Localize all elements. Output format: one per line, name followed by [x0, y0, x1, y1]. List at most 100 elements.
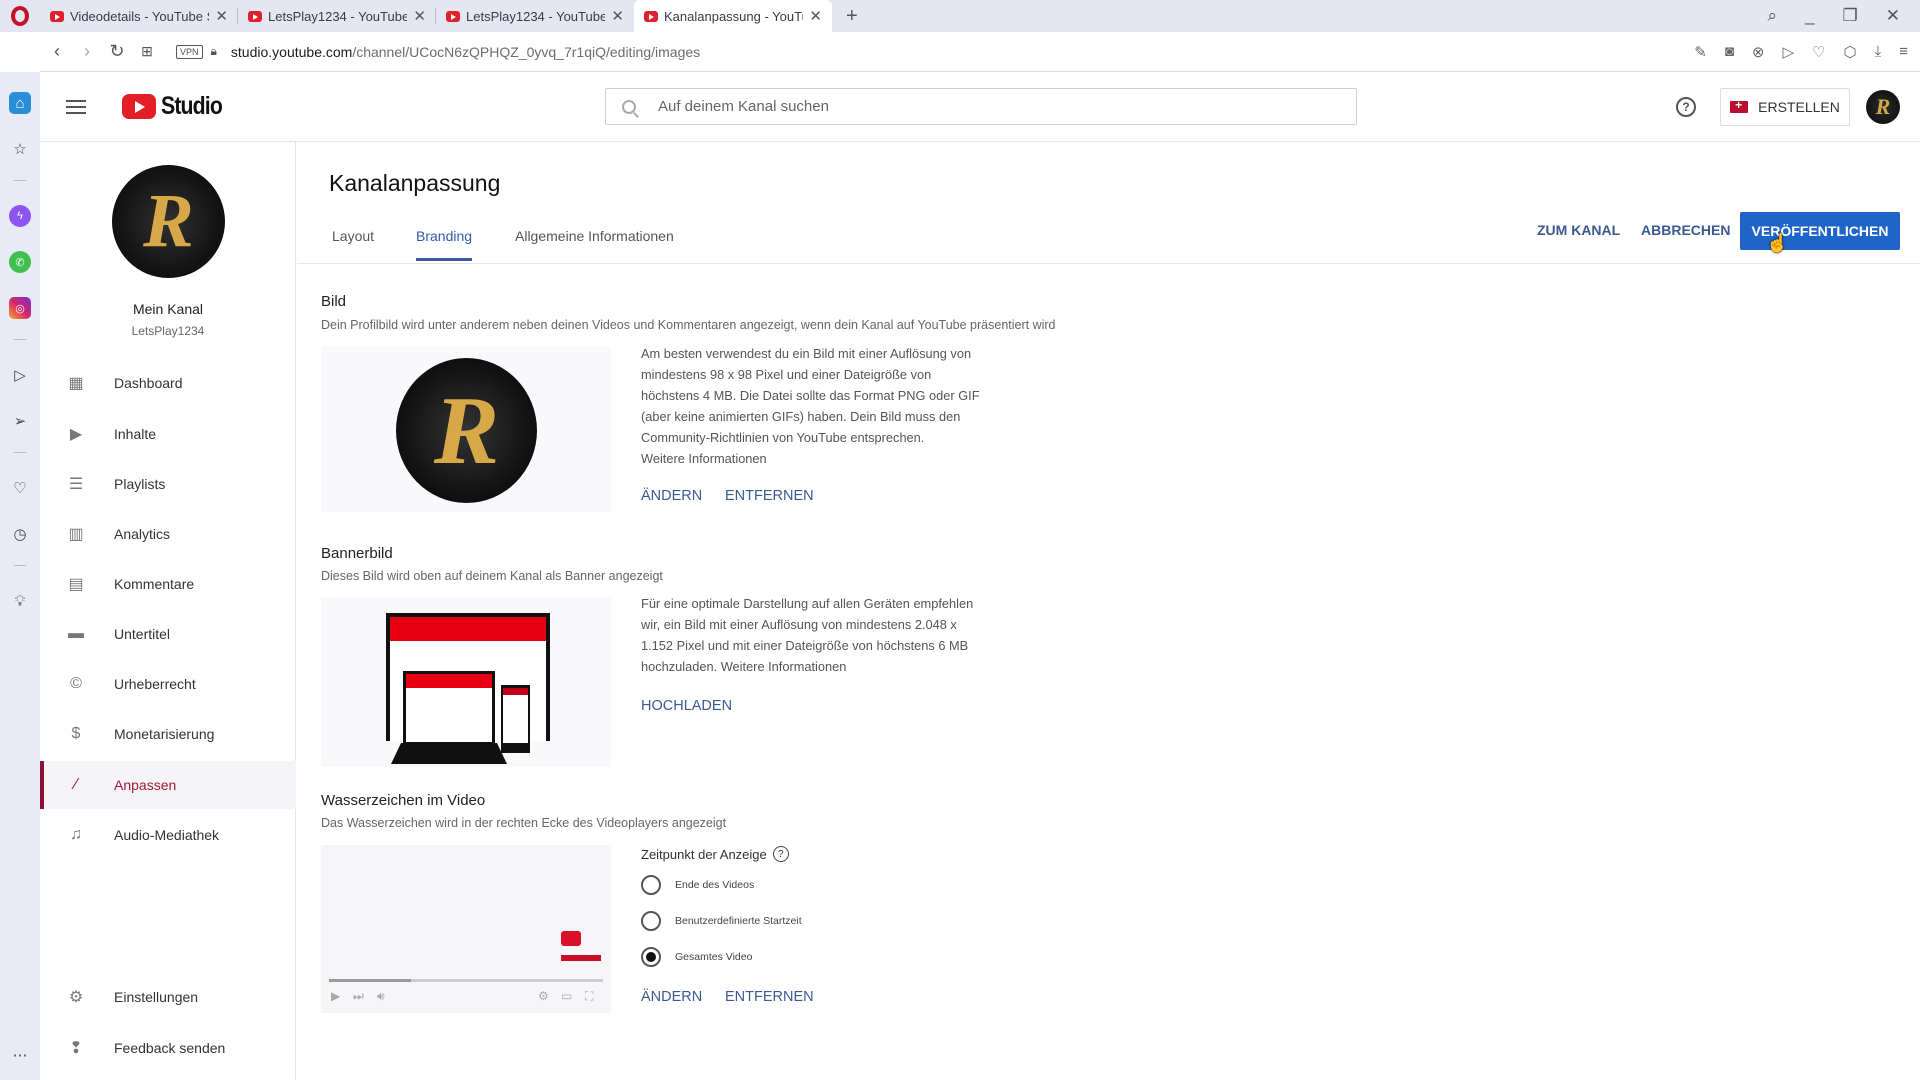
browser-tab[interactable]: LetsPlay1234 - YouTube ✕: [436, 0, 634, 32]
youtube-favicon-icon: [248, 10, 262, 22]
channel-avatar[interactable]: R: [112, 165, 225, 278]
sidebar-item-feedback[interactable]: ❢ Feedback senden: [40, 1024, 296, 1072]
tab-layout[interactable]: Layout: [332, 228, 374, 258]
search-icon: [622, 99, 636, 114]
subtitles-icon: ▬: [68, 625, 84, 642]
close-window-icon[interactable]: ✕: [1886, 6, 1900, 26]
radio-button[interactable]: [641, 911, 661, 931]
heart-icon[interactable]: ♡: [1812, 43, 1825, 61]
change-picture-button[interactable]: ÄNDERN: [641, 488, 702, 504]
radio-custom-start[interactable]: Benutzerdefinierte Startzeit: [641, 911, 802, 931]
forward-icon[interactable]: ›: [72, 41, 102, 62]
back-icon[interactable]: ‹: [42, 41, 72, 62]
radio-end-of-video[interactable]: Ende des Videos: [641, 875, 754, 895]
home-icon[interactable]: ⌂: [9, 92, 31, 114]
radio-entire-video[interactable]: Gesamtes Video: [641, 947, 752, 967]
messenger-icon[interactable]: ϟ: [9, 205, 31, 227]
picture-more-info-link[interactable]: Weitere Informationen: [641, 451, 767, 466]
next-icon: ⏭: [353, 989, 364, 1003]
extensions-cube-icon[interactable]: ⬡: [1843, 43, 1856, 61]
vpn-badge[interactable]: VPN: [176, 44, 203, 59]
sidebar-item-urheberrecht[interactable]: © Urheberrecht: [40, 660, 296, 708]
lightbulb-icon[interactable]: 💡︎: [9, 590, 31, 612]
section-title-watermark: Wasserzeichen im Video: [321, 792, 486, 809]
studio-logo[interactable]: Studio: [122, 92, 233, 121]
remove-watermark-button[interactable]: ENTFERNEN: [725, 989, 814, 1005]
browser-tab[interactable]: LetsPlay1234 - YouTube ✕: [238, 0, 436, 32]
new-tab-button[interactable]: +: [846, 5, 858, 28]
tabs-grid-icon[interactable]: ⊞: [132, 43, 162, 60]
whatsapp-icon[interactable]: ✆: [9, 251, 31, 273]
section-desc-picture: Dein Profilbild wird unter anderem neben…: [321, 318, 1056, 332]
opera-logo-icon[interactable]: [0, 0, 40, 32]
sidebar-item-inhalte[interactable]: ▶ Inhalte: [40, 410, 296, 458]
sidebar-item-audio-mediathek[interactable]: ♫ Audio-Mediathek: [40, 811, 296, 859]
close-tab-icon[interactable]: ✕: [413, 7, 426, 25]
close-tab-icon[interactable]: ✕: [809, 7, 822, 25]
audio-library-icon: ♫: [70, 826, 82, 843]
youtube-favicon-icon: [446, 10, 460, 22]
youtube-logo-icon: [122, 94, 156, 119]
dollar-icon: $: [71, 725, 81, 742]
lock-icon[interactable]: 🔒︎: [211, 44, 217, 59]
cancel-button[interactable]: ABBRECHEN: [1641, 222, 1730, 238]
edit-icon[interactable]: ✎: [1694, 43, 1707, 61]
upload-banner-button[interactable]: HOCHLADEN: [641, 698, 732, 714]
send-icon[interactable]: ▷: [1782, 43, 1794, 61]
remove-picture-button[interactable]: ENTFERNEN: [725, 488, 814, 504]
watermark-icon: [561, 931, 581, 946]
tab-branding[interactable]: Branding: [416, 228, 473, 261]
banner-preview: [321, 597, 611, 767]
change-watermark-button[interactable]: ÄNDERN: [641, 989, 702, 1005]
sidebar-item-anpassen[interactable]: ⁄ Anpassen: [40, 761, 296, 809]
create-button[interactable]: ERSTELLEN: [1720, 88, 1850, 126]
heart-icon[interactable]: ♡: [9, 477, 31, 499]
instagram-icon[interactable]: ◎: [9, 297, 31, 319]
magic-wand-icon: ⁄: [74, 776, 78, 793]
publish-button[interactable]: VERÖFFENTLICHEN: [1740, 212, 1900, 250]
minimize-icon[interactable]: _: [1805, 6, 1814, 26]
sidebar-item-playlists[interactable]: ☰ Playlists: [40, 460, 296, 508]
camera-icon[interactable]: ◙: [1725, 43, 1734, 61]
restore-icon[interactable]: ❐: [1843, 6, 1858, 26]
star-icon[interactable]: ☆: [9, 138, 31, 160]
sidebar-item-analytics[interactable]: ▥ Analytics: [40, 510, 296, 558]
download-icon[interactable]: ⤓: [1875, 43, 1882, 61]
browser-tab[interactable]: Videodetails - YouTube St…✕: [40, 0, 238, 32]
easy-setup-icon[interactable]: ≡: [1899, 43, 1908, 61]
progress-fill: [329, 979, 412, 982]
tab-search-icon[interactable]: ⌕: [1768, 6, 1778, 26]
fullscreen-icon: ⛶: [585, 989, 594, 1003]
url-field[interactable]: studio.youtube.com/channel/UCocN6zQPHQZ_…: [231, 44, 700, 60]
search-input[interactable]: [658, 98, 1258, 115]
help-icon[interactable]: ?: [1676, 97, 1696, 117]
banner-more-info-link[interactable]: Weitere Informationen: [721, 659, 847, 674]
help-icon[interactable]: ?: [772, 846, 789, 862]
adblock-icon[interactable]: ⊗: [1752, 43, 1765, 61]
send-icon[interactable]: ➢: [9, 410, 31, 432]
play-icon: ▶: [331, 989, 341, 1003]
mouse-cursor-icon: ☝: [1766, 233, 1789, 253]
channel-handle: LetsPlay1234: [131, 324, 205, 338]
sidebar-item-kommentare[interactable]: ▤ Kommentare: [40, 560, 296, 608]
sidebar-item-untertitel[interactable]: ▬ Untertitel: [40, 610, 296, 658]
dashboard-icon: ▦: [68, 375, 84, 392]
analytics-icon: ▥: [68, 526, 84, 543]
player-icon[interactable]: ▷: [9, 364, 31, 386]
history-icon[interactable]: ◷: [9, 523, 31, 545]
radio-button-selected[interactable]: [641, 947, 661, 967]
channel-search[interactable]: [605, 88, 1357, 125]
menu-icon[interactable]: [66, 99, 86, 114]
close-tab-icon[interactable]: ✕: [611, 7, 624, 25]
account-avatar[interactable]: R: [1866, 90, 1900, 124]
sidebar-item-dashboard[interactable]: ▦ Dashboard: [40, 359, 296, 407]
to-channel-button[interactable]: ZUM KANAL: [1537, 222, 1620, 238]
close-tab-icon[interactable]: ✕: [215, 7, 228, 25]
sidebar-item-einstellungen[interactable]: ⚙ Einstellungen: [40, 973, 296, 1021]
more-icon[interactable]: ⋯: [9, 1044, 31, 1066]
browser-tab-active[interactable]: Kanalanpassung - YouTube✕: [634, 0, 832, 32]
reload-icon[interactable]: ↻: [102, 41, 132, 62]
tab-general-info[interactable]: Allgemeine Informationen: [515, 228, 674, 258]
sidebar-item-monetarisierung[interactable]: $ Monetarisierung: [40, 710, 296, 758]
radio-button[interactable]: [641, 875, 661, 895]
